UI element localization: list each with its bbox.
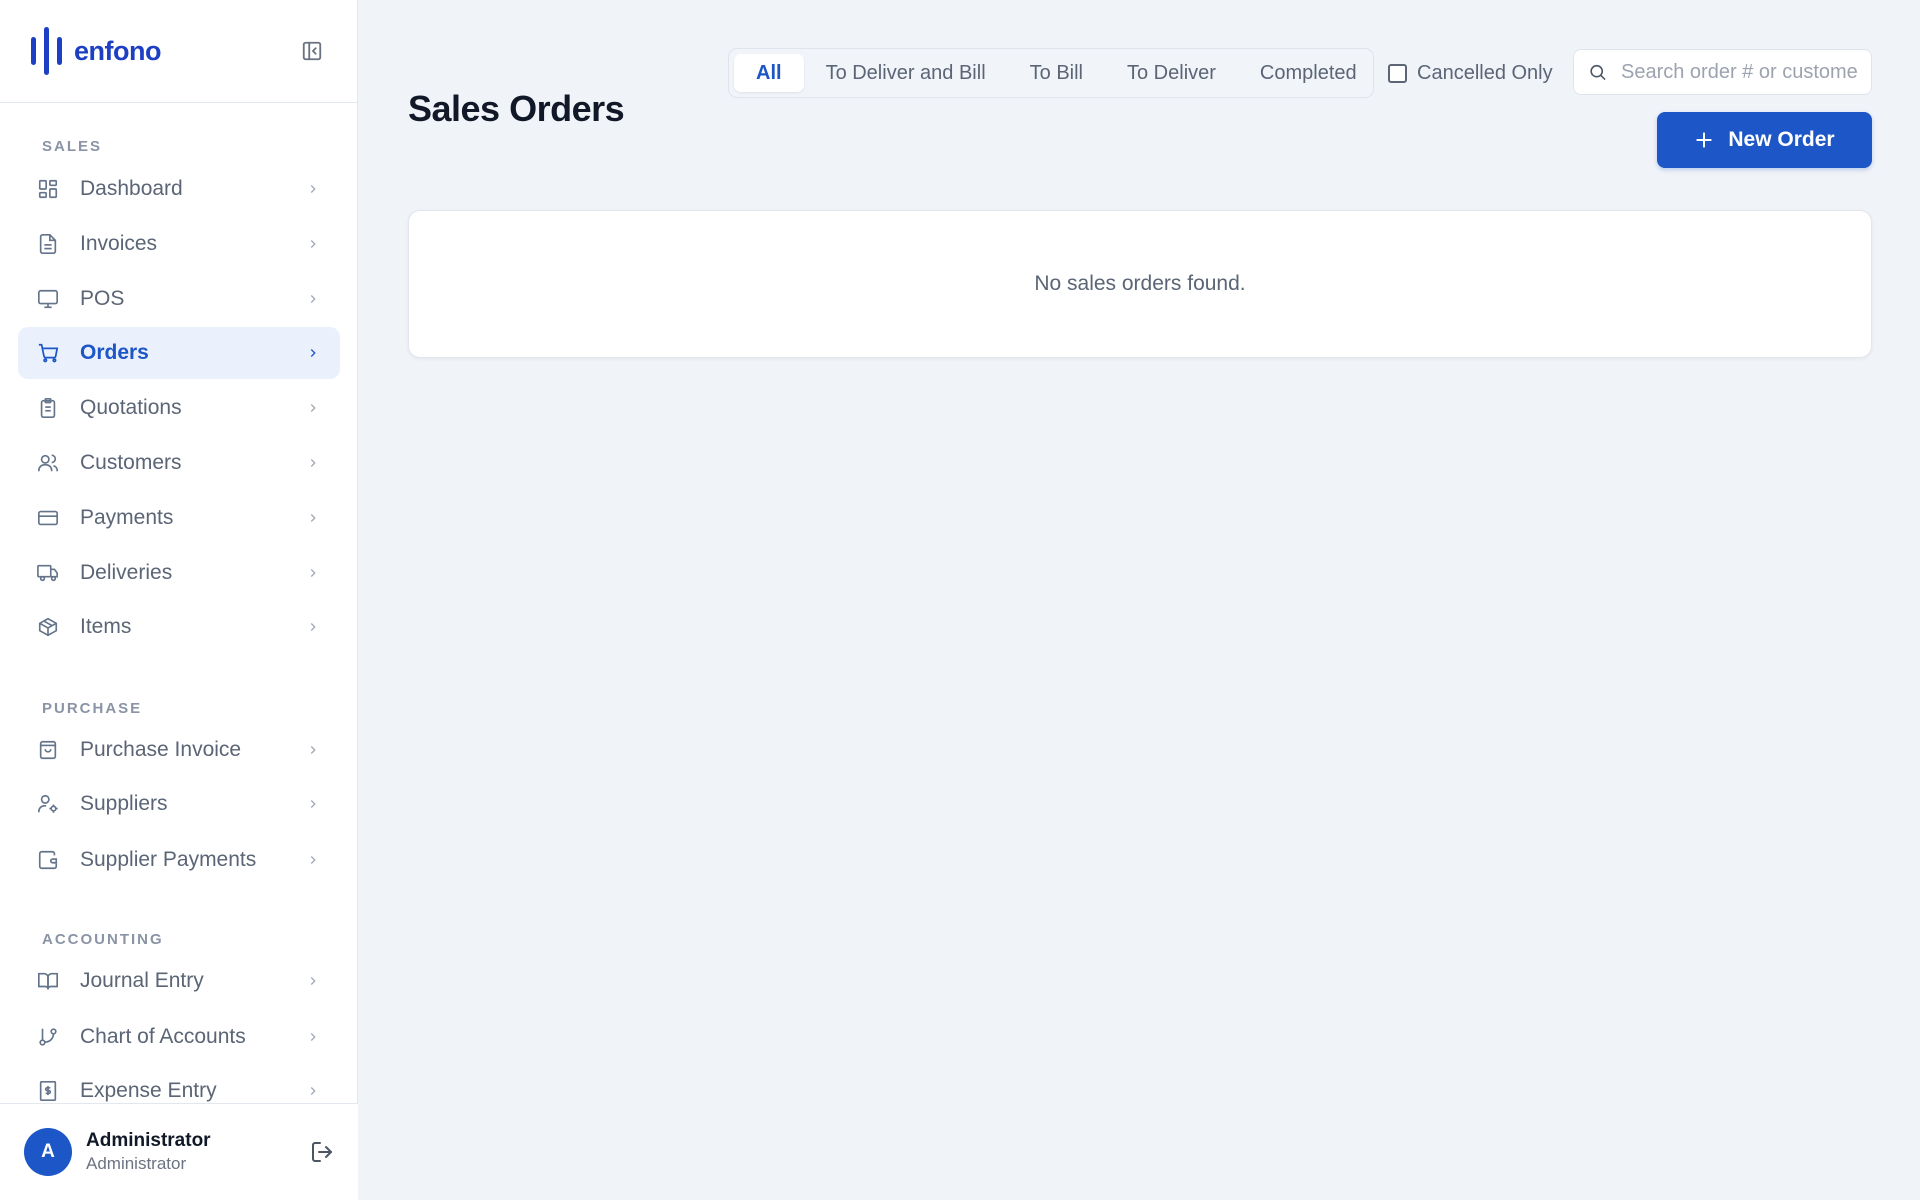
page-title: Sales Orders: [408, 88, 625, 129]
status-filter-tabs: All To Deliver and Bill To Bill To Deliv…: [728, 48, 1374, 98]
new-order-button[interactable]: New Order: [1657, 112, 1872, 168]
chevron-right-icon: [310, 977, 316, 985]
credit-card-icon: [36, 506, 60, 530]
orders-empty-state: No sales orders found.: [408, 210, 1872, 358]
logout-button[interactable]: [310, 1140, 334, 1164]
sidebar-item-supplier-payments[interactable]: Supplier Payments: [18, 834, 340, 886]
chevron-right-icon: [310, 623, 316, 631]
chevron-right-icon: [310, 569, 316, 577]
chevron-right-icon: [310, 746, 316, 754]
logo-mark-icon: [31, 27, 62, 75]
chevron-right-icon: [310, 514, 316, 522]
monitor-icon: [36, 287, 60, 311]
new-order-label: New Order: [1728, 128, 1835, 151]
plus-icon: [1696, 132, 1713, 148]
tab-completed[interactable]: Completed: [1238, 54, 1379, 92]
book-icon: [36, 969, 60, 993]
sidebar-item-journal-entry[interactable]: Journal Entry: [18, 955, 340, 1007]
logo-text: enfono: [74, 35, 161, 66]
chevron-right-icon: [310, 349, 316, 357]
section-label-accounting: ACCOUNTING: [42, 931, 164, 948]
sidebar-item-label: Items: [80, 615, 132, 638]
sidebar-item-expense-entry[interactable]: Expense Entry: [18, 1065, 340, 1103]
sidebar-collapse-icon: [302, 41, 322, 61]
chevron-right-icon: [310, 800, 316, 808]
user-profile: A Administrator Administrator: [0, 1103, 358, 1200]
sidebar-item-orders[interactable]: Orders: [18, 327, 340, 379]
user-name: Administrator: [86, 1130, 211, 1151]
tab-to-deliver-and-bill[interactable]: To Deliver and Bill: [804, 54, 1008, 92]
sidebar-item-label: Customers: [80, 451, 182, 474]
sidebar-item-label: Suppliers: [80, 792, 168, 815]
sidebar-item-deliveries[interactable]: Deliveries: [18, 547, 340, 599]
git-branch-icon: [36, 1025, 60, 1049]
sidebar-item-payments[interactable]: Payments: [18, 492, 340, 544]
document-icon: [36, 232, 60, 256]
cancelled-only-checkbox[interactable]: [1388, 63, 1407, 83]
section-label-sales: SALES: [42, 138, 103, 155]
user-info: Administrator Administrator: [86, 1130, 310, 1174]
cart-icon: [36, 341, 60, 365]
package-icon: [36, 615, 60, 639]
logout-icon: [312, 1142, 332, 1162]
user-role: Administrator: [86, 1154, 187, 1173]
sidebar-item-invoices[interactable]: Invoices: [18, 218, 340, 270]
tab-to-deliver[interactable]: To Deliver: [1105, 54, 1238, 92]
user-cog-icon: [36, 792, 60, 816]
sidebar: enfono SALES Dashboard Invoices POS Orde…: [0, 0, 358, 1200]
sidebar-item-label: Quotations: [80, 396, 182, 419]
dashboard-icon: [36, 177, 60, 201]
sidebar-item-label: Orders: [80, 341, 149, 364]
sidebar-item-label: POS: [80, 287, 125, 310]
chevron-right-icon: [310, 295, 316, 303]
users-icon: [36, 451, 60, 475]
sidebar-item-label: Invoices: [80, 232, 158, 255]
avatar[interactable]: A: [24, 1128, 72, 1176]
search-box[interactable]: [1573, 49, 1872, 95]
shopping-bag-icon: [36, 738, 60, 762]
clipboard-icon: [36, 396, 60, 420]
sidebar-item-label: Expense Entry: [80, 1079, 217, 1102]
search-input[interactable]: [1621, 60, 1857, 84]
sidebar-item-label: Payments: [80, 506, 174, 529]
logo[interactable]: enfono: [30, 27, 161, 75]
wallet-icon: [36, 848, 60, 872]
sidebar-item-label: Dashboard: [80, 177, 183, 200]
cancelled-only-label: Cancelled Only: [1417, 61, 1553, 84]
chevron-right-icon: [310, 459, 316, 467]
cancelled-only-toggle[interactable]: Cancelled Only: [1388, 60, 1553, 86]
truck-icon: [36, 561, 60, 585]
empty-message: No sales orders found.: [1034, 272, 1246, 295]
receipt-icon: [36, 1079, 60, 1103]
sidebar-item-customers[interactable]: Customers: [18, 437, 340, 489]
sidebar-item-dashboard[interactable]: Dashboard: [18, 163, 340, 215]
search-icon: [1590, 64, 1606, 80]
sidebar-item-label: Deliveries: [80, 561, 173, 584]
sidebar-header: enfono: [0, 0, 357, 103]
sidebar-item-pos[interactable]: POS: [18, 273, 340, 325]
chevron-right-icon: [310, 856, 316, 864]
chevron-right-icon: [310, 1087, 316, 1095]
sidebar-nav[interactable]: SALES Dashboard Invoices POS Orders Quot…: [0, 103, 357, 1103]
tab-to-bill[interactable]: To Bill: [1008, 54, 1105, 92]
chevron-right-icon: [310, 1033, 316, 1041]
sidebar-item-label: Journal Entry: [80, 969, 204, 992]
tab-all[interactable]: All: [734, 54, 804, 92]
sidebar-item-suppliers[interactable]: Suppliers: [18, 778, 340, 830]
section-label-purchase: PURCHASE: [42, 700, 143, 717]
sidebar-item-label: Purchase Invoice: [80, 738, 242, 761]
sidebar-item-chart-of-accounts[interactable]: Chart of Accounts: [18, 1011, 340, 1063]
sidebar-item-label: Supplier Payments: [80, 848, 257, 871]
sidebar-item-items[interactable]: Items: [18, 601, 340, 653]
chevron-right-icon: [310, 404, 316, 412]
sidebar-item-quotations[interactable]: Quotations: [18, 382, 340, 434]
chevron-right-icon: [310, 185, 316, 193]
collapse-sidebar-button[interactable]: [297, 36, 327, 66]
sidebar-item-label: Chart of Accounts: [80, 1025, 246, 1048]
sidebar-item-purchase-invoice[interactable]: Purchase Invoice: [18, 724, 340, 776]
chevron-right-icon: [310, 240, 316, 248]
